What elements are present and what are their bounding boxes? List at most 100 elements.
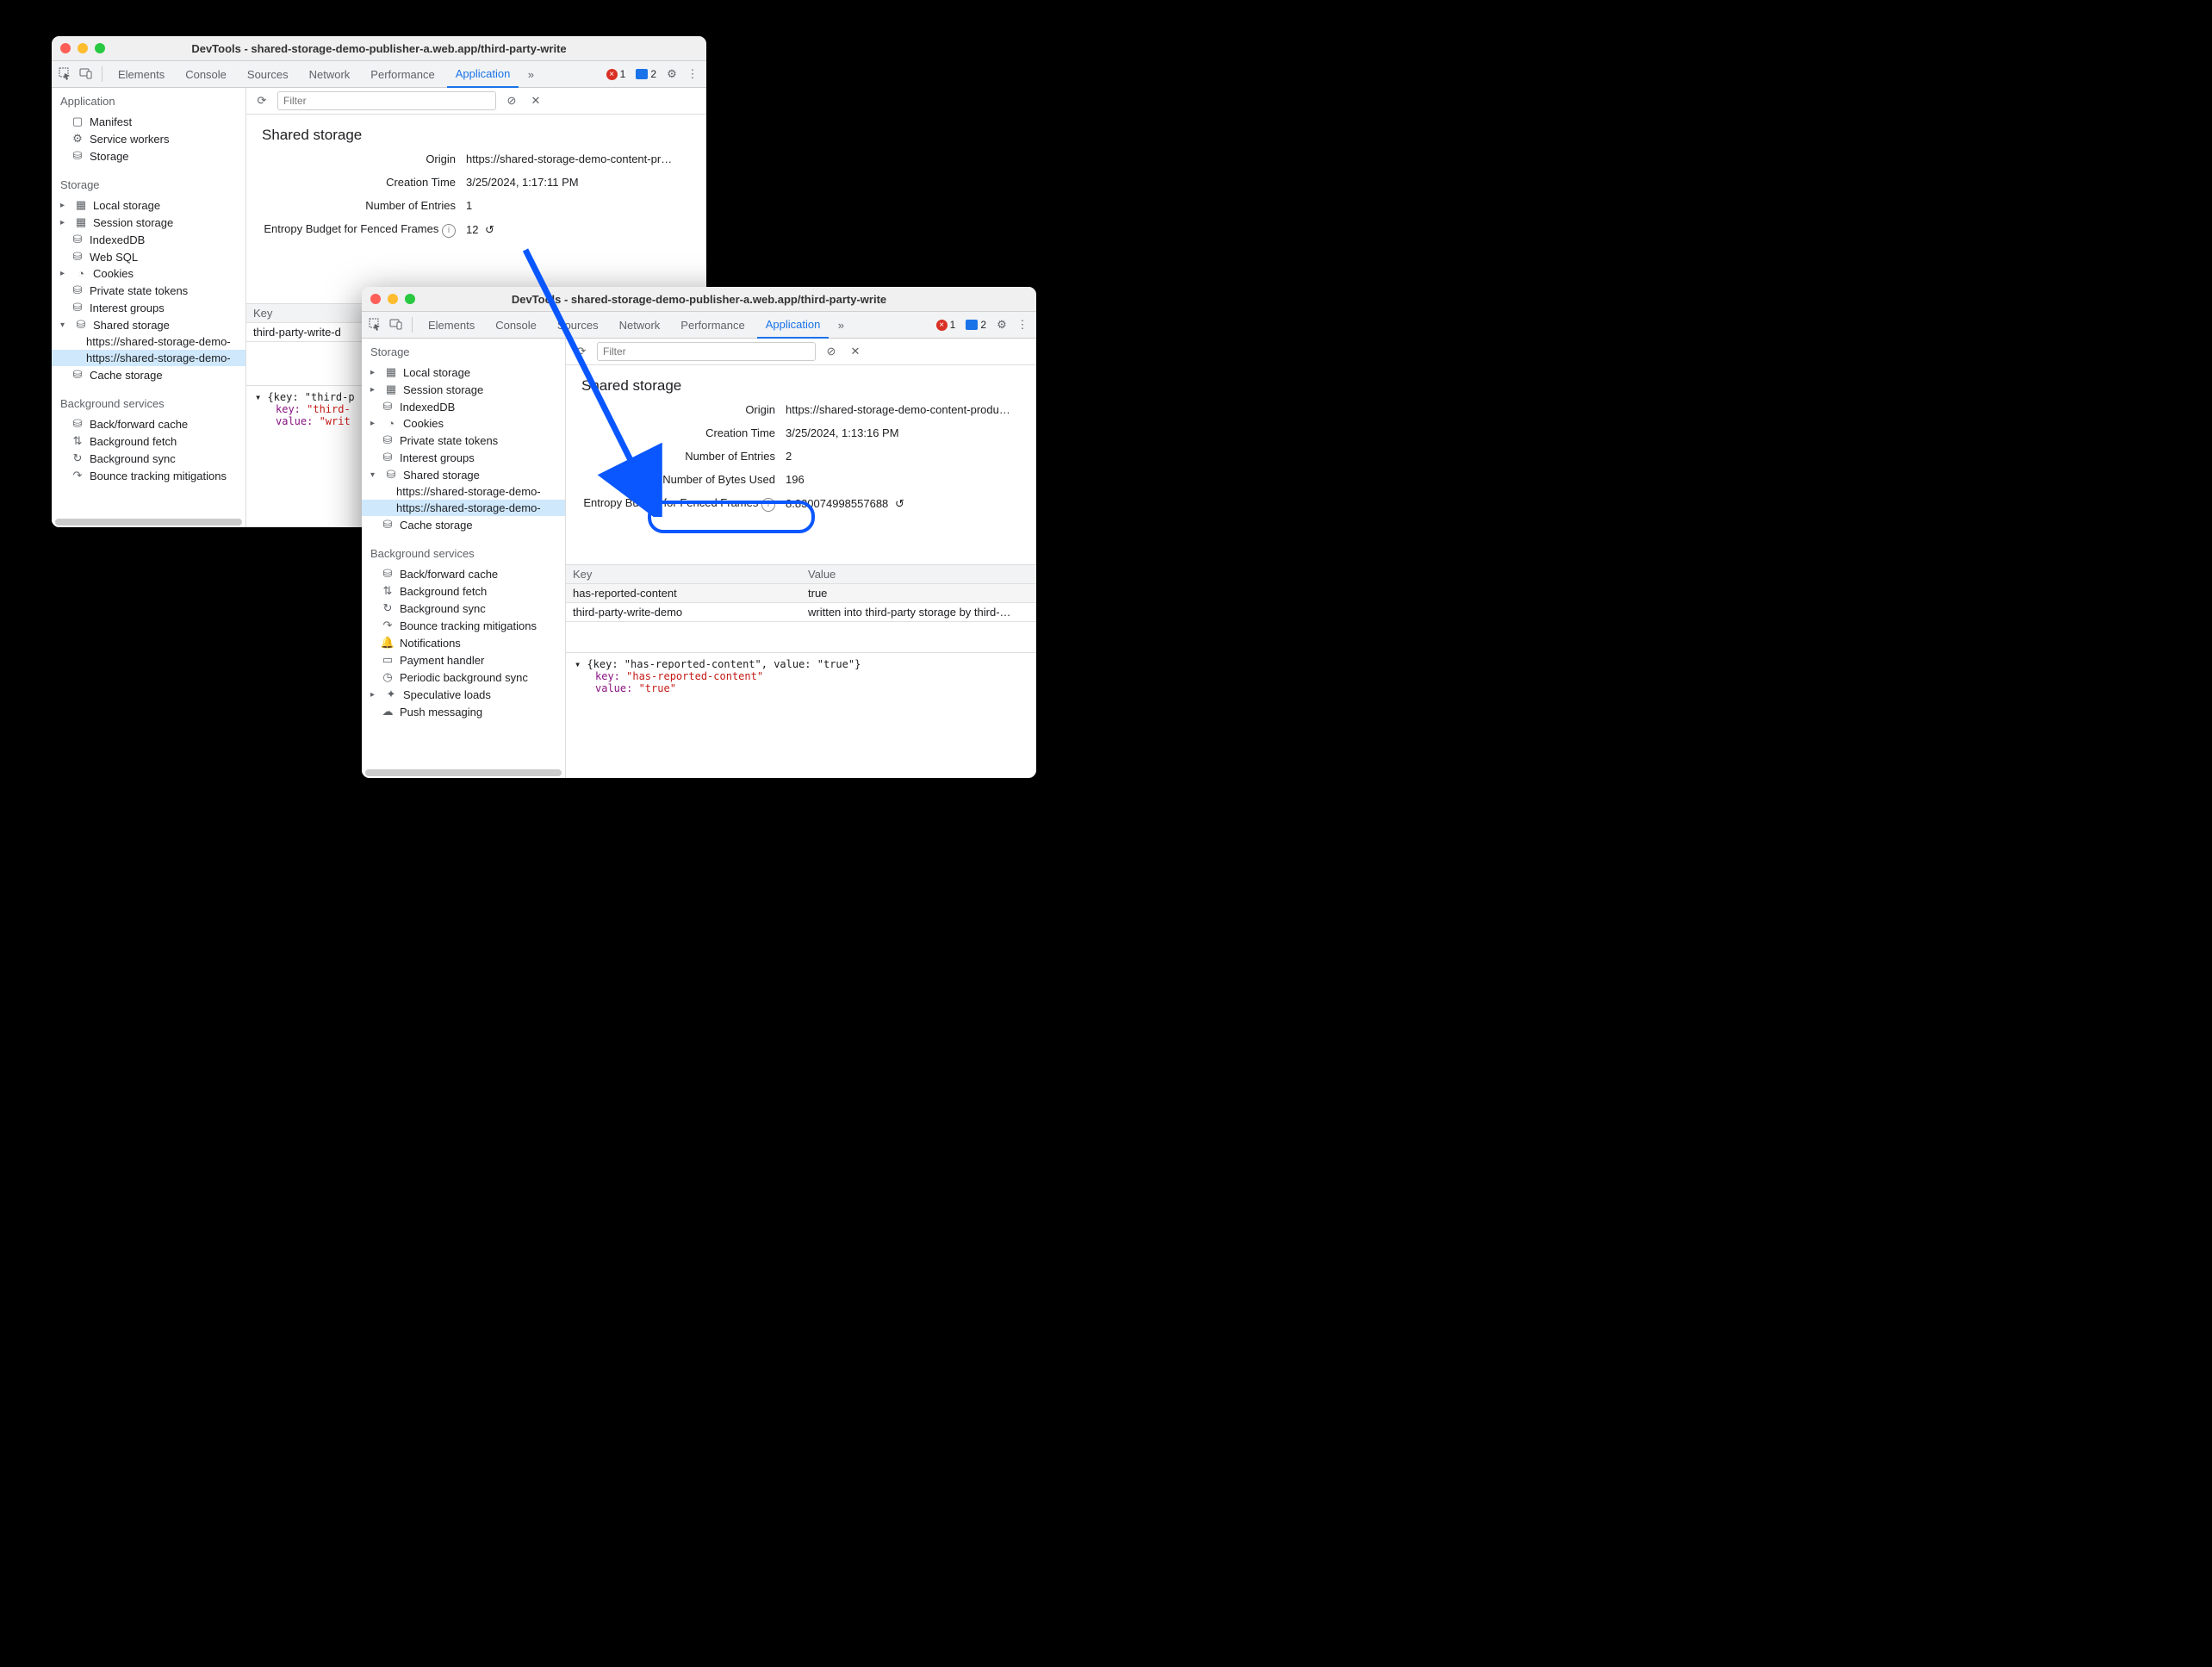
sidebar-item-shared-origin-1[interactable]: https://shared-storage-demo- bbox=[52, 333, 245, 350]
devtools-tabbar: Elements Console Sources Network Perform… bbox=[362, 312, 1036, 339]
sidebar-item-cookies[interactable]: ◔Cookies bbox=[52, 265, 245, 282]
sidebar-item-shared-origin-2[interactable]: https://shared-storage-demo- bbox=[52, 350, 245, 366]
traffic-lights bbox=[60, 43, 105, 53]
sidebar-item-local-storage[interactable]: ▦Local storage bbox=[362, 364, 565, 381]
sidebar-item-private-state-tokens[interactable]: ⛁Private state tokens bbox=[52, 282, 245, 299]
tab-application[interactable]: Application bbox=[447, 60, 519, 88]
tab-performance[interactable]: Performance bbox=[362, 61, 443, 87]
sidebar-item-bounce-tracking[interactable]: ↷Bounce tracking mitigations bbox=[52, 467, 245, 484]
minimize-icon[interactable] bbox=[78, 43, 88, 53]
tab-console[interactable]: Console bbox=[487, 312, 545, 338]
close-icon[interactable]: ✕ bbox=[527, 92, 544, 109]
sidebar-item-periodic-bg-sync[interactable]: ◷Periodic background sync bbox=[362, 669, 565, 686]
tab-elements[interactable]: Elements bbox=[109, 61, 173, 87]
close-icon[interactable]: ✕ bbox=[847, 343, 864, 360]
sidebar-item-bg-sync[interactable]: ↻Background sync bbox=[52, 450, 245, 467]
error-badge[interactable]: ×1 bbox=[603, 68, 630, 80]
reset-icon[interactable]: ↻ bbox=[485, 223, 494, 237]
sidebar-item-service-workers[interactable]: ⚙Service workers bbox=[52, 130, 245, 147]
col-value[interactable]: Value bbox=[801, 564, 1036, 583]
kv-origin: Originhttps://shared-storage-demo-conten… bbox=[246, 147, 706, 171]
fetch-icon: ⇅ bbox=[71, 434, 84, 448]
kebab-icon[interactable]: ⋮ bbox=[1014, 316, 1031, 333]
sidebar-item-interest-groups[interactable]: ⛁Interest groups bbox=[362, 449, 565, 466]
table-row[interactable]: third-party-write-demowritten into third… bbox=[566, 602, 1036, 621]
close-icon[interactable] bbox=[60, 43, 71, 53]
clear-icon[interactable]: ⊘ bbox=[823, 343, 840, 360]
sidebar-item-bf-cache[interactable]: ⛁Back/forward cache bbox=[362, 565, 565, 582]
sidebar-item-speculative-loads[interactable]: ✦Speculative loads bbox=[362, 686, 565, 703]
tab-network[interactable]: Network bbox=[611, 312, 669, 338]
sidebar-item-shared-storage[interactable]: ⛁Shared storage bbox=[362, 466, 565, 483]
more-tabs-icon[interactable]: » bbox=[832, 316, 849, 333]
scrollbar[interactable] bbox=[365, 769, 562, 776]
filter-input[interactable] bbox=[597, 342, 816, 361]
sidebar-item-shared-origin-1[interactable]: https://shared-storage-demo- bbox=[362, 483, 565, 500]
refresh-icon[interactable]: ⟳ bbox=[573, 343, 590, 360]
sidebar-item-bg-fetch[interactable]: ⇅Background fetch bbox=[52, 432, 245, 450]
sidebar-item-private-state-tokens[interactable]: ⛁Private state tokens bbox=[362, 432, 565, 449]
tab-console[interactable]: Console bbox=[177, 61, 235, 87]
tab-elements[interactable]: Elements bbox=[419, 312, 483, 338]
clear-icon[interactable]: ⊘ bbox=[503, 92, 520, 109]
sidebar-item-local-storage[interactable]: ▦Local storage bbox=[52, 196, 245, 214]
sidebar-item-interest-groups[interactable]: ⛁Interest groups bbox=[52, 299, 245, 316]
sidebar-item-shared-storage[interactable]: ⛁Shared storage bbox=[52, 316, 245, 333]
reset-icon[interactable]: ↻ bbox=[895, 497, 904, 511]
sidebar-item-push-messaging[interactable]: ☁Push messaging bbox=[362, 703, 565, 720]
refresh-icon[interactable]: ⟳ bbox=[253, 92, 270, 109]
gear-icon[interactable]: ⚙ bbox=[993, 316, 1010, 333]
tab-network[interactable]: Network bbox=[301, 61, 359, 87]
scrollbar[interactable] bbox=[55, 519, 242, 526]
error-badge[interactable]: ×1 bbox=[933, 319, 960, 331]
sidebar-item-indexeddb[interactable]: ⛁IndexedDB bbox=[362, 398, 565, 415]
tab-sources[interactable]: Sources bbox=[239, 61, 297, 87]
tab-sources[interactable]: Sources bbox=[549, 312, 607, 338]
tab-performance[interactable]: Performance bbox=[672, 312, 753, 338]
close-icon[interactable] bbox=[370, 294, 381, 304]
sidebar-item-manifest[interactable]: ▢Manifest bbox=[52, 113, 245, 130]
fullscreen-icon[interactable] bbox=[95, 43, 105, 53]
sidebar-item-bg-fetch[interactable]: ⇅Background fetch bbox=[362, 582, 565, 600]
kv-creation: Creation Time3/25/2024, 1:17:11 PM bbox=[246, 171, 706, 194]
sidebar-item-session-storage[interactable]: ▦Session storage bbox=[52, 214, 245, 231]
sidebar-item-session-storage[interactable]: ▦Session storage bbox=[362, 381, 565, 398]
sidebar-item-shared-origin-2[interactable]: https://shared-storage-demo- bbox=[362, 500, 565, 516]
sidebar-item-web-sql[interactable]: ⛁Web SQL bbox=[52, 248, 245, 265]
message-badge[interactable]: 2 bbox=[962, 319, 990, 331]
device-icon[interactable] bbox=[388, 316, 405, 333]
sidebar-item-bf-cache[interactable]: ⛁Back/forward cache bbox=[52, 415, 245, 432]
devtools-tabbar: Elements Console Sources Network Perform… bbox=[52, 61, 706, 88]
sidebar-item-storage[interactable]: ⛁Storage bbox=[52, 147, 245, 165]
message-badge[interactable]: 2 bbox=[632, 68, 660, 80]
device-icon[interactable] bbox=[78, 65, 95, 83]
panel-title: Shared storage bbox=[566, 365, 1036, 398]
tab-application[interactable]: Application bbox=[757, 311, 830, 339]
sidebar-item-cache-storage[interactable]: ⛁Cache storage bbox=[52, 366, 245, 383]
col-key[interactable]: Key bbox=[566, 564, 801, 583]
inspect-icon[interactable] bbox=[57, 65, 74, 83]
sidebar-item-cache-storage[interactable]: ⛁Cache storage bbox=[362, 516, 565, 533]
table-row[interactable]: has-reported-contenttrue bbox=[566, 583, 1036, 602]
more-tabs-icon[interactable]: » bbox=[522, 65, 539, 83]
minimize-icon[interactable] bbox=[388, 294, 398, 304]
filter-input[interactable] bbox=[277, 91, 496, 110]
sidebar-item-cookies[interactable]: ◔Cookies bbox=[362, 415, 565, 432]
sidebar-item-notifications[interactable]: 🔔Notifications bbox=[362, 634, 565, 651]
sidebar-item-bg-sync[interactable]: ↻Background sync bbox=[362, 600, 565, 617]
bounce-icon: ↷ bbox=[381, 619, 395, 632]
inspect-icon[interactable] bbox=[367, 316, 384, 333]
kebab-icon[interactable]: ⋮ bbox=[684, 65, 701, 83]
gear-icon[interactable]: ⚙ bbox=[663, 65, 680, 83]
application-sidebar: Storage ▦Local storage ▦Session storage … bbox=[362, 339, 566, 778]
info-icon[interactable]: i bbox=[761, 498, 775, 512]
panel-toolbar: ⟳ ⊘ ✕ bbox=[246, 88, 706, 115]
database-icon: ⛁ bbox=[381, 518, 395, 532]
info-icon[interactable]: i bbox=[442, 224, 456, 238]
sidebar-item-indexeddb[interactable]: ⛁IndexedDB bbox=[52, 231, 245, 248]
cookie-icon: ◔ bbox=[384, 417, 398, 430]
fullscreen-icon[interactable] bbox=[405, 294, 415, 304]
sidebar-item-payment-handler[interactable]: ▭Payment handler bbox=[362, 651, 565, 669]
sidebar-item-bounce-tracking[interactable]: ↷Bounce tracking mitigations bbox=[362, 617, 565, 634]
grid-icon: ▦ bbox=[74, 198, 88, 212]
